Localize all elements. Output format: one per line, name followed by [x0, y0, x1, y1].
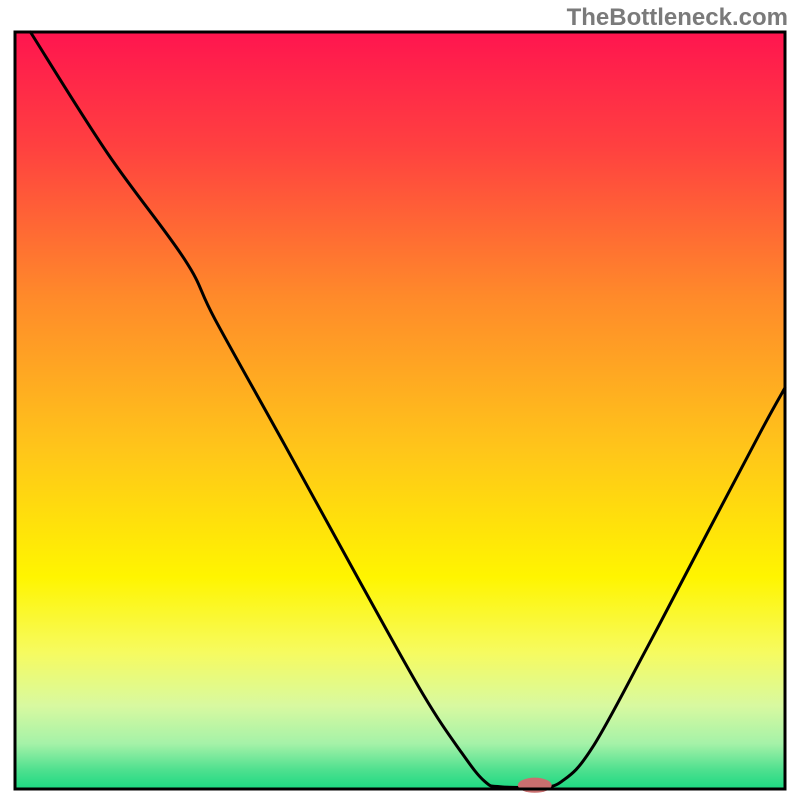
watermark-text: TheBottleneck.com	[567, 4, 788, 32]
optimal-marker	[518, 778, 552, 793]
chart-svg	[0, 0, 800, 800]
bottleneck-chart: TheBottleneck.com	[0, 0, 800, 800]
plot-background	[15, 32, 785, 789]
